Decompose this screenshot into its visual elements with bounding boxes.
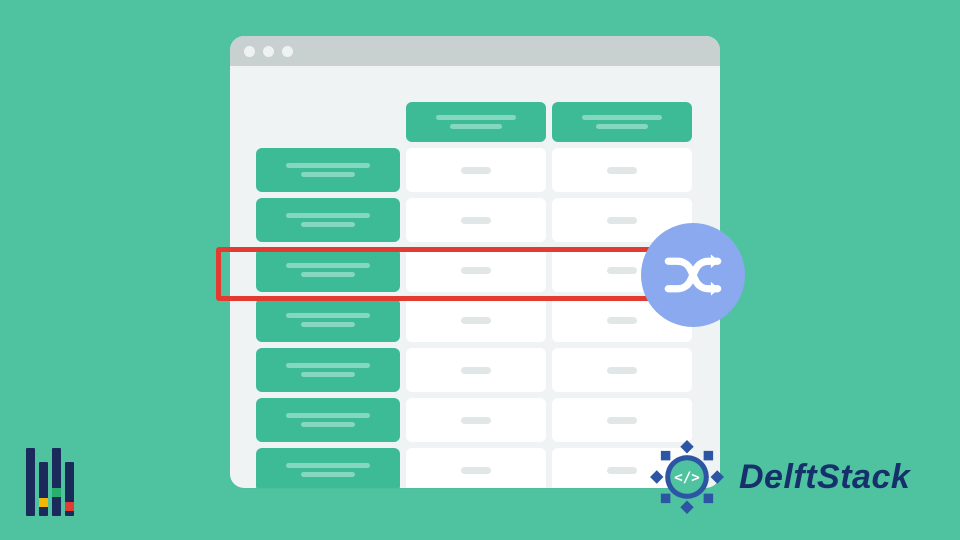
table-cell [406, 398, 546, 442]
window-control-dot [263, 46, 274, 57]
row-header [256, 298, 400, 342]
table-cell [406, 298, 546, 342]
table-row [256, 398, 692, 442]
brand-name: DelftStack [739, 458, 910, 497]
table-cell [406, 148, 546, 192]
row-header [256, 348, 400, 392]
table-cell [406, 448, 546, 488]
window-control-dot [282, 46, 293, 57]
window-control-dot [244, 46, 255, 57]
row-header [256, 148, 400, 192]
svg-text:</>: </> [674, 470, 700, 486]
table-cell [552, 348, 692, 392]
table-row [256, 448, 692, 488]
table-row [256, 198, 692, 242]
column-header [406, 102, 546, 142]
row-header [256, 248, 400, 292]
table-cell [552, 148, 692, 192]
table-row [256, 348, 692, 392]
table-cell [406, 248, 546, 292]
table-row [256, 298, 692, 342]
window-titlebar [230, 36, 720, 66]
row-header [256, 448, 400, 488]
column-headers [406, 102, 692, 142]
table-row [256, 148, 692, 192]
row-header [256, 198, 400, 242]
row-header [256, 398, 400, 442]
code-medallion-icon: </> [645, 435, 729, 519]
table-cell [406, 348, 546, 392]
delftstack-brand: </> DelftStack [645, 435, 910, 519]
shuffle-icon [641, 223, 745, 327]
table-body [256, 148, 692, 488]
column-header [552, 102, 692, 142]
table-row [256, 248, 692, 292]
table-cell [406, 198, 546, 242]
pandas-bars-logo-icon [26, 448, 104, 520]
